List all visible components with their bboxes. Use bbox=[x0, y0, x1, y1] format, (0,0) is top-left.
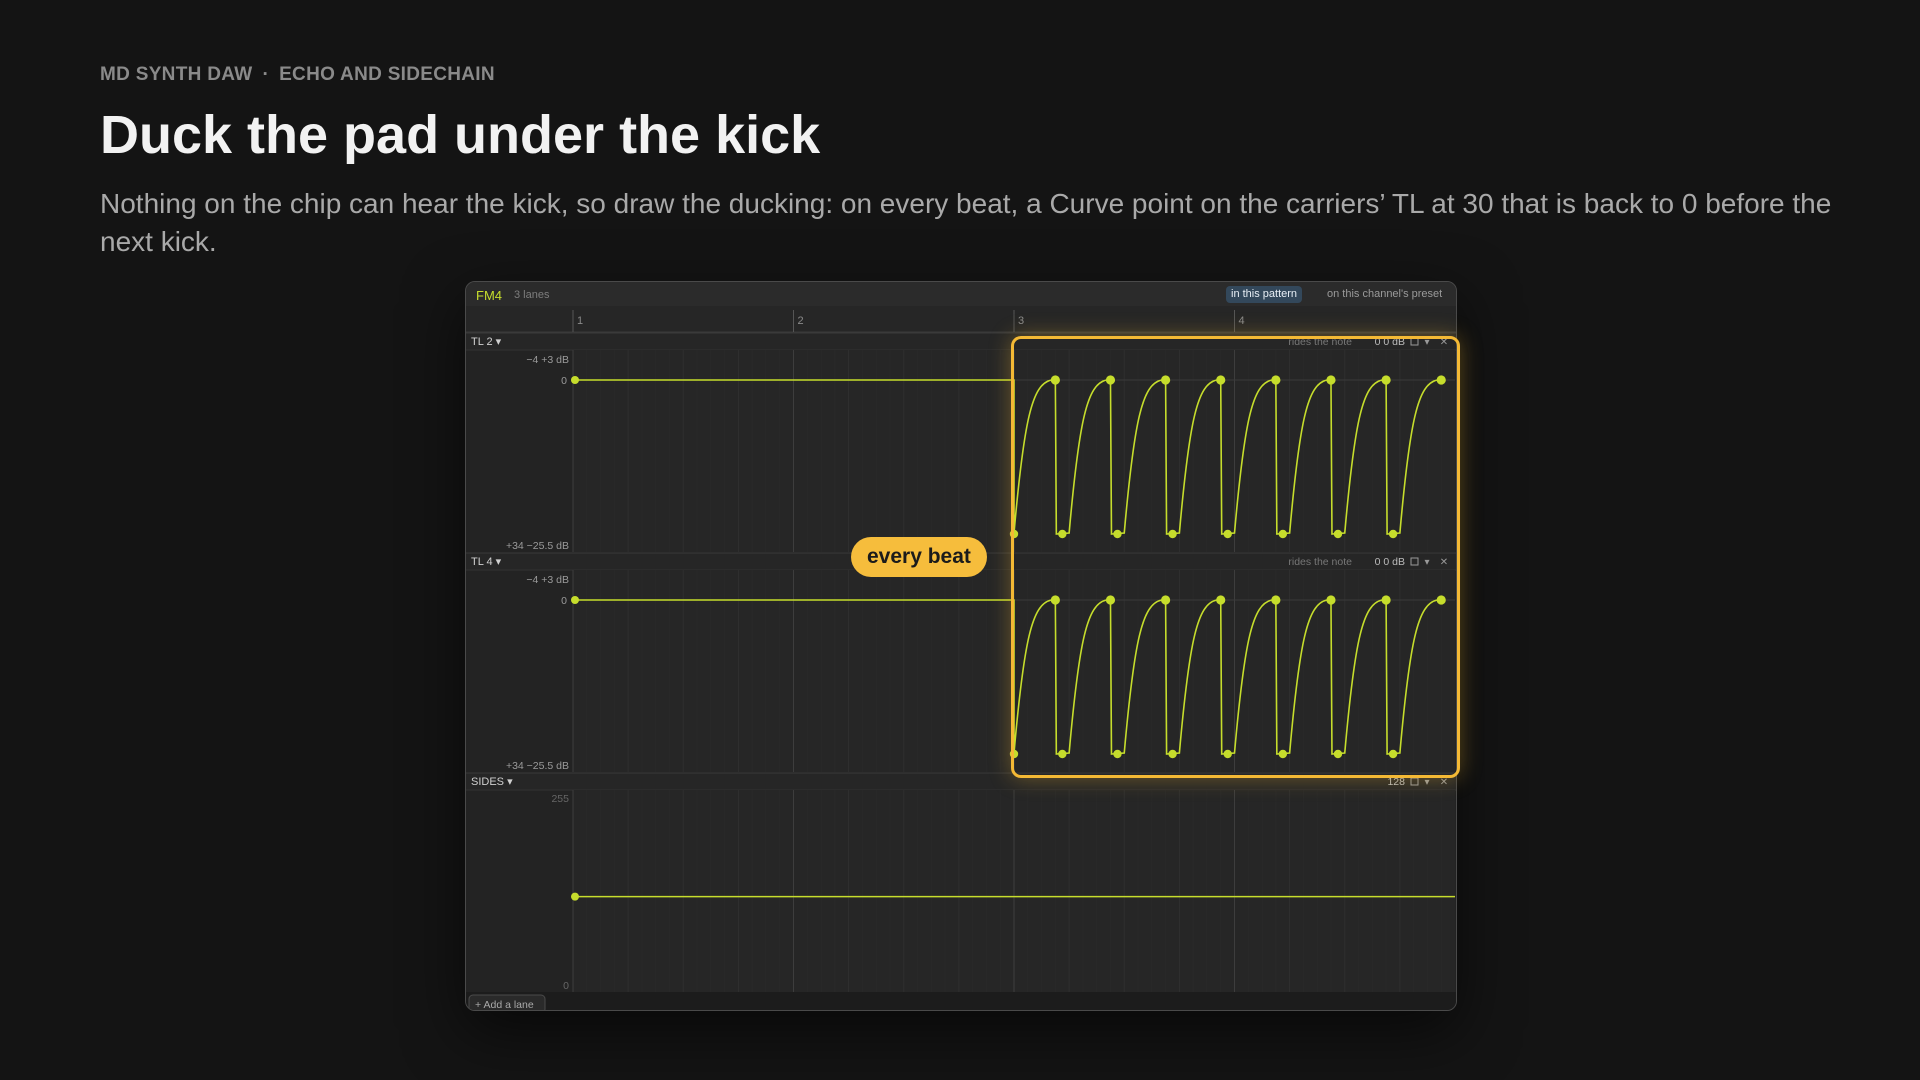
bar-number: 1 bbox=[577, 315, 583, 327]
lane-mode-label: rides the note bbox=[1288, 336, 1352, 348]
automation-point[interactable] bbox=[1381, 595, 1391, 605]
automation-point[interactable] bbox=[1388, 749, 1398, 759]
automation-point[interactable] bbox=[571, 892, 579, 901]
automation-point[interactable] bbox=[1105, 595, 1116, 605]
automation-point[interactable] bbox=[1436, 375, 1446, 385]
lane-bottom-label: +34 −25.5 dB bbox=[506, 760, 569, 772]
lane-top-label: −4 +3 dB bbox=[526, 574, 569, 586]
lane-zero-label: 0 bbox=[561, 595, 567, 607]
lane-close-icon[interactable]: ✕ bbox=[1440, 337, 1448, 348]
lane-name-sides[interactable]: SIDES ▾ bbox=[471, 776, 513, 788]
ruler-background bbox=[466, 306, 1456, 332]
automation-point[interactable] bbox=[1168, 749, 1177, 759]
lane-menu-icon[interactable]: ▾ bbox=[1424, 337, 1429, 348]
lane-count: 3 lanes bbox=[514, 289, 550, 301]
scope-pattern-button[interactable]: in this pattern bbox=[1226, 286, 1303, 303]
automation-point[interactable] bbox=[1050, 375, 1060, 385]
automation-point[interactable] bbox=[1333, 529, 1343, 539]
lane-menu-icon[interactable]: ▾ bbox=[1424, 557, 1429, 568]
automation-point[interactable] bbox=[1333, 749, 1343, 759]
breadcrumb-app: MD SYNTH DAW bbox=[100, 64, 253, 85]
lane-value: 128 bbox=[1387, 776, 1405, 788]
automation-point[interactable] bbox=[1058, 529, 1067, 539]
lane-top-label: 255 bbox=[551, 793, 569, 805]
automation-point[interactable] bbox=[1050, 595, 1060, 605]
breadcrumb: MD SYNTH DAW · ECHO AND SIDECHAIN bbox=[100, 64, 495, 86]
lane-mode-label: rides the note bbox=[1288, 556, 1352, 568]
every-beat-callout: every beat bbox=[851, 537, 987, 577]
automation-point[interactable] bbox=[1271, 375, 1281, 385]
breadcrumb-section: ECHO AND SIDECHAIN bbox=[279, 64, 495, 85]
automation-lanes[interactable]: 1 2 3 4 TL 2 ▾ rides the note 0 0 dB ▾ ✕ −4 +3 dB… bbox=[466, 306, 1456, 1010]
automation-point[interactable] bbox=[1436, 595, 1446, 605]
automation-point[interactable] bbox=[1160, 595, 1171, 605]
automation-point[interactable] bbox=[1168, 529, 1177, 539]
automation-point[interactable] bbox=[1271, 595, 1281, 605]
automation-point[interactable] bbox=[1105, 375, 1116, 385]
bar-number: 3 bbox=[1018, 315, 1024, 327]
automation-point[interactable] bbox=[1388, 529, 1398, 539]
lane-menu-icon[interactable]: ▾ bbox=[1424, 777, 1429, 788]
page-title: Duck the pad under the kick bbox=[100, 105, 821, 165]
bar-number: 4 bbox=[1239, 315, 1245, 327]
lane-name-tl-2[interactable]: TL 2 ▾ bbox=[471, 336, 502, 348]
automation-point[interactable] bbox=[1160, 375, 1171, 385]
automation-point[interactable] bbox=[1381, 375, 1391, 385]
scope-preset-button[interactable]: on this channel's preset bbox=[1322, 286, 1447, 303]
lane-close-icon[interactable]: ✕ bbox=[1440, 557, 1448, 568]
lane-name-tl-4[interactable]: TL 4 ▾ bbox=[471, 556, 502, 568]
lane-top-label: −4 +3 dB bbox=[526, 354, 569, 366]
automation-point[interactable] bbox=[1326, 375, 1336, 385]
editor-footer bbox=[466, 992, 1456, 1010]
automation-point[interactable] bbox=[1058, 749, 1067, 759]
automation-point[interactable] bbox=[1278, 749, 1288, 759]
automation-point[interactable] bbox=[1009, 529, 1019, 539]
lane-bottom-label: 0 bbox=[563, 980, 569, 992]
lane-close-icon[interactable]: ✕ bbox=[1440, 777, 1448, 788]
automation-point[interactable] bbox=[1326, 595, 1336, 605]
lane-header bbox=[466, 773, 1456, 790]
breadcrumb-separator: · bbox=[262, 64, 270, 85]
automation-point[interactable] bbox=[1223, 749, 1232, 759]
editor-toolbar: FM4 3 lanes in this pattern on this chan… bbox=[466, 282, 1456, 307]
add-lane-label[interactable]: + Add a lane bbox=[475, 999, 534, 1010]
channel-name[interactable]: FM4 bbox=[476, 288, 502, 303]
page-description: Nothing on the chip can hear the kick, s… bbox=[100, 188, 1832, 257]
automation-point[interactable] bbox=[571, 596, 579, 604]
automation-point[interactable] bbox=[1113, 749, 1122, 759]
automation-point[interactable] bbox=[1009, 749, 1019, 759]
lane-value: 0 0 dB bbox=[1375, 336, 1405, 348]
lane-zero-label: 0 bbox=[561, 375, 567, 387]
automation-point[interactable] bbox=[1216, 595, 1226, 605]
automation-editor-window: FM4 3 lanes in this pattern on this chan… bbox=[465, 281, 1457, 1011]
automation-point[interactable] bbox=[1278, 529, 1288, 539]
bar-number: 2 bbox=[798, 315, 804, 327]
lane-bottom-label: +34 −25.5 dB bbox=[506, 540, 569, 552]
automation-point[interactable] bbox=[571, 376, 579, 384]
automation-point[interactable] bbox=[1113, 529, 1122, 539]
automation-point[interactable] bbox=[1216, 375, 1226, 385]
automation-point[interactable] bbox=[1223, 529, 1232, 539]
lane-value: 0 0 dB bbox=[1375, 556, 1405, 568]
